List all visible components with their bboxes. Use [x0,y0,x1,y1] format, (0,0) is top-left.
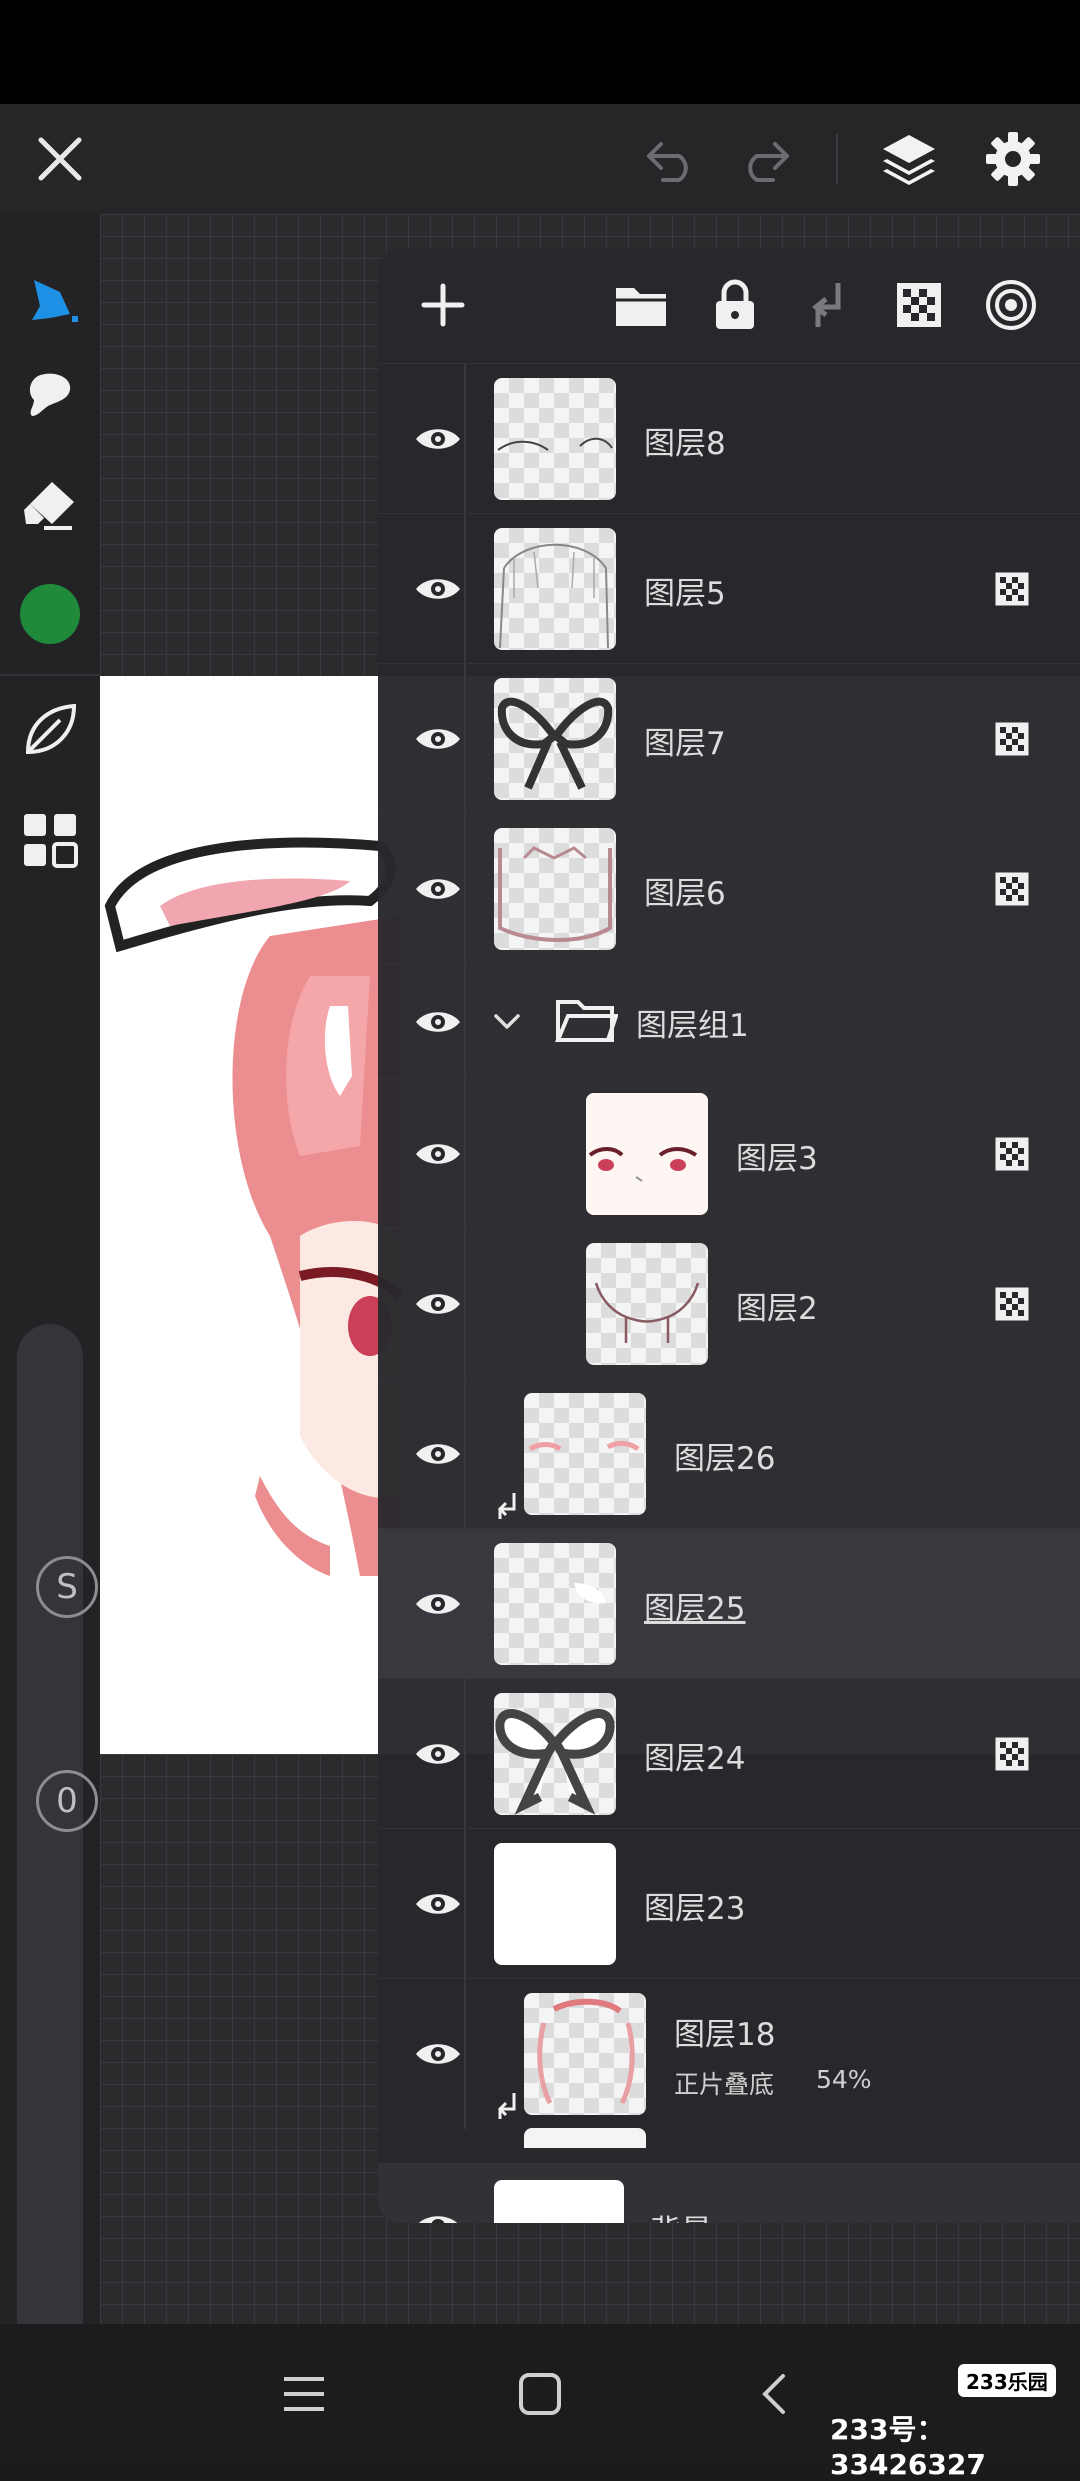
blend-mode-label: 正片叠底 [674,2070,775,2099]
left-toolbar: S 0 [0,214,100,2394]
eye-icon[interactable] [398,1564,478,1644]
size-knob[interactable]: S [36,1556,98,1618]
layer-thumbnail [586,1243,708,1365]
layers-panel: 图层8 图层5 图层7 图层6 图层组1 图层3 图层2 图层26 图层25 图… [378,248,1080,2223]
layer-thumbnail [494,528,616,650]
tool-divider [0,674,100,676]
eye-icon[interactable] [398,699,478,779]
eye-icon[interactable] [398,2186,478,2223]
status-bar [0,0,1080,104]
layer-name: 图层2 [736,1291,818,1327]
layer-thumbnail [494,678,616,800]
chevron-down-icon[interactable] [490,1004,524,1038]
eye-icon[interactable] [398,399,478,479]
layer-name: 图层6 [644,876,726,912]
layer-group-row[interactable]: 图层组1 [378,963,1080,1079]
layer-row[interactable]: 图层26 [378,1378,1080,1529]
gear-icon[interactable] [978,124,1048,194]
clipping-mask-icon [494,1491,520,1521]
eye-icon[interactable] [398,549,478,629]
layer-row-selected[interactable]: 图层25 [378,1528,1080,1679]
layer-thumbnail [494,1543,616,1665]
eye-icon[interactable] [398,1114,478,1194]
layer-row[interactable]: 图层3 [378,1078,1080,1229]
opacity-knob[interactable]: 0 [36,1770,98,1832]
layer-row[interactable]: 图层18 正片叠底 54% [378,1978,1080,2129]
layer-thumbnail [494,828,616,950]
smudge-icon[interactable] [0,354,100,434]
undo-icon[interactable] [636,128,706,192]
opacity-label: 0 [56,1781,78,1821]
watermark-text: 233号：33426327 [830,2413,986,2481]
layer-row[interactable]: 图层6 [378,813,1080,964]
layer-row[interactable]: 图层8 [378,363,1080,514]
current-color [20,584,80,644]
alpha-lock-badge-icon [994,1286,1030,1322]
folder-icon [554,996,619,1046]
layer-row[interactable]: 图层2 [378,1228,1080,1379]
alpha-lock-badge-icon [994,1136,1030,1172]
lock-icon[interactable] [700,270,770,340]
layer-name: 图层24 [644,1741,746,1777]
folder-icon[interactable] [606,270,676,340]
reference-icon[interactable] [976,270,1046,340]
group-name: 图层组1 [636,1008,749,1044]
layer-thumbnail [494,378,616,500]
toolbar-divider [836,134,838,184]
layers-panel-header [378,248,1080,363]
layer-thumbnail-partial [524,2128,646,2148]
redo-icon[interactable] [730,128,800,192]
brush-icon[interactable] [0,260,100,340]
background-layer-row[interactable]: 背景 [378,2163,1080,2223]
background-color-thumbnail [494,2180,624,2223]
alpha-lock-badge-icon [994,871,1030,907]
watermark-badge: 233乐园 [958,2364,1056,2397]
layer-thumbnail [494,1843,616,1965]
layer-name: 图层25 [644,1591,746,1627]
add-layer-icon[interactable] [408,270,478,340]
gallery-icon[interactable] [0,800,100,880]
leaf-icon[interactable] [0,690,100,770]
layer-name: 图层3 [736,1141,818,1177]
layer-name: 图层5 [644,576,726,612]
layer-name: 背景 [650,2206,712,2223]
layer-name: 图层7 [644,726,726,762]
layer-row[interactable]: 图层24 [378,1678,1080,1829]
layer-row[interactable]: 图层23 [378,1828,1080,1979]
alpha-lock-badge-icon [994,721,1030,757]
layer-row[interactable]: 图层7 [378,663,1080,814]
eye-icon[interactable] [398,1714,478,1794]
layer-thumbnail [524,1993,646,2115]
eye-icon[interactable] [398,2014,478,2094]
eye-icon[interactable] [398,982,478,1062]
alpha-lock-badge-icon [994,1736,1030,1772]
back-icon[interactable] [734,2354,814,2434]
close-icon[interactable] [25,124,95,194]
layer-name: 图层18 [674,2017,776,2053]
alpha-lock-icon[interactable] [884,270,954,340]
size-label: S [56,1567,78,1607]
color-swatch[interactable] [0,574,100,654]
top-toolbar [0,104,1080,214]
eraser-icon[interactable] [0,464,100,544]
clipping-mask-icon [494,2091,520,2121]
home-icon[interactable] [500,2354,580,2434]
layer-thumbnail [524,1393,646,1515]
alpha-lock-badge-icon [994,571,1030,607]
opacity-slider[interactable]: 0 [17,1754,98,2394]
layer-name: 图层8 [644,426,726,462]
eye-icon[interactable] [398,849,478,929]
menu-icon[interactable] [264,2354,344,2434]
layer-name: 图层23 [644,1891,746,1927]
layers-icon[interactable] [874,124,944,194]
layer-opacity-label: 54% [816,2065,872,2094]
merge-down-icon[interactable] [792,270,862,340]
layer-name: 图层26 [674,1441,776,1477]
layer-thumbnail [494,1693,616,1815]
layer-row[interactable]: 图层5 [378,513,1080,664]
layer-thumbnail [586,1093,708,1215]
eye-icon[interactable] [398,1414,478,1494]
eye-icon[interactable] [398,1264,478,1344]
eye-icon[interactable] [398,1864,478,1944]
